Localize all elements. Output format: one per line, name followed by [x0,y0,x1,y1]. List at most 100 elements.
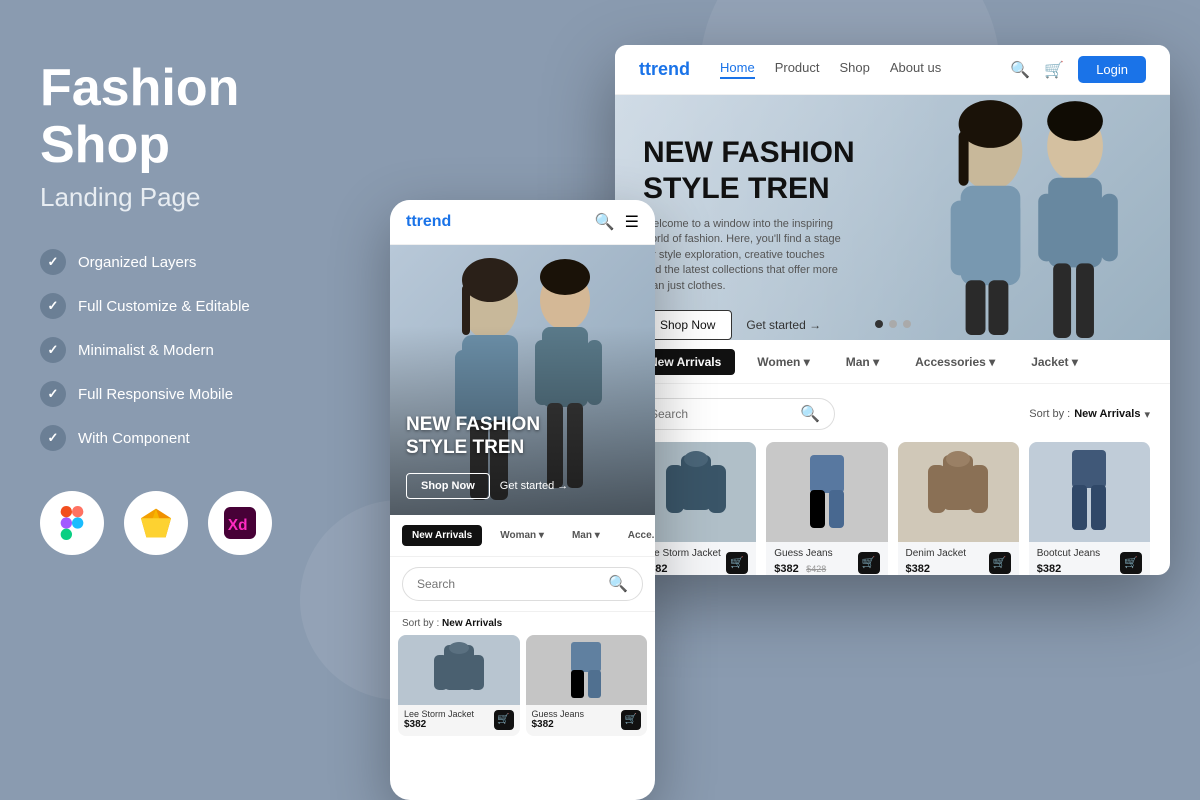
dot-1[interactable] [875,320,883,328]
dot-2[interactable] [889,320,897,328]
mobile-hero-title: NEW FASHIONSTYLE TREN [406,414,639,460]
mobile-get-started-button[interactable]: Get started → [500,480,568,492]
svg-text:Xd: Xd [228,517,248,534]
desktop-sort: Sort by : New Arrivals ▾ [1029,408,1150,421]
mobile-product-img-2 [526,635,648,705]
feature-item-2: Full Customize & Editable [40,293,355,319]
search-icon-mobile: 🔍 [608,574,628,594]
search-input-wrap: 🔍 [402,567,643,601]
sketch-icon [140,508,172,538]
feature-item-5: With Component [40,425,355,451]
search-input[interactable] [417,577,600,591]
desktop-cart-btn-2[interactable]: 🛒 [858,552,880,574]
check-icon-5 [40,425,66,451]
figma-icon-wrap [40,491,104,555]
check-icon-3 [40,337,66,363]
desktop-product-info-2: Guess Jeans $382 $428 🛒 [766,542,887,575]
desktop-get-started-button[interactable]: Get started → [746,318,821,332]
mobile-product-info-1: Lee Storm Jacket $382 🛒 [398,705,520,736]
category-woman[interactable]: Woman ▾ [490,525,554,546]
desktop-product-old-price-2: $428 [806,564,826,574]
category-acce[interactable]: Acce... [618,525,655,546]
category-man[interactable]: Man ▾ [562,525,610,546]
desktop-shop-now-button[interactable]: Shop Now [643,310,732,340]
mobile-hero: NEW FASHIONSTYLE TREN Shop Now Get start… [390,245,655,515]
desktop-cart-btn-4[interactable]: 🛒 [1120,552,1142,574]
mobile-hero-text: NEW FASHIONSTYLE TREN [406,414,639,460]
desktop-product-price-4: $382 [1037,563,1061,575]
xd-icon: Xd [224,507,256,539]
sort-label: Sort by : [402,618,439,629]
mobile-product-name-2: Guess Jeans [532,709,585,719]
feature-item-4: Full Responsive Mobile [40,381,355,407]
desktop-product-img-3 [898,442,1019,542]
check-icon-1 [40,249,66,275]
nav-link-shop[interactable]: Shop [840,60,870,79]
desktop-hero-image [881,95,1170,340]
hero-dots [875,320,911,328]
desktop-product-info-4: Bootcut Jeans $382 🛒 [1029,542,1150,575]
desktop-jacket-2 [923,447,993,537]
mobile-product-card-2: Guess Jeans $382 🛒 [526,635,648,736]
desktop-product-img-4 [1029,442,1150,542]
desktop-cart-btn-3[interactable]: 🛒 [989,552,1011,574]
mobile-product-name-1: Lee Storm Jacket [404,709,474,719]
desktop-hero-content: NEW FASHIONSTYLE TREN Welcome to a windo… [643,135,855,340]
mobile-cart-btn-1[interactable]: 🛒 [494,710,514,730]
mobile-mockup: ttrend 🔍 ☰ [390,200,655,800]
desktop-nav-right: 🔍 🛒 Login [1010,56,1146,83]
dot-3[interactable] [903,320,911,328]
feature-label-5: With Component [78,430,190,447]
mobile-categories: New Arrivals Woman ▾ Man ▾ Acce... [390,515,655,557]
desktop-hero-desc: Welcome to a window into the inspiring w… [643,217,843,294]
desktop-product-price-3: $382 [906,563,930,575]
desktop-jeans-1 [802,452,852,532]
desktop-cat-man[interactable]: Man ▾ [832,349,893,375]
nav-link-about[interactable]: About us [890,60,941,79]
desktop-cart-btn-1[interactable]: 🛒 [726,552,748,574]
mobile-product-price-2: $382 [532,719,585,730]
mobile-product-info-2: Guess Jeans $382 🛒 [526,705,648,736]
desktop-nav: ttrend Home Product Shop About us 🔍 🛒 Lo… [615,45,1170,95]
desktop-filter-row: 🔍 Sort by : New Arrivals ▾ [635,398,1150,430]
tool-icons: Xd [40,491,355,555]
nav-link-product[interactable]: Product [775,60,820,79]
desktop-search-input[interactable] [650,407,792,421]
desktop-product-info-3: Denim Jacket $382 🛒 [898,542,1019,575]
left-panel: Fashion Shop Landing Page Organized Laye… [0,0,395,800]
main-title: Fashion Shop [40,60,355,174]
desktop-cart-icon[interactable]: 🛒 [1044,60,1064,80]
desktop-product-name-3: Denim Jacket [906,548,967,559]
feature-label-1: Organized Layers [78,254,196,271]
desktop-mockup: ttrend Home Product Shop About us 🔍 🛒 Lo… [615,45,1170,575]
desktop-jeans-2 [1064,447,1114,537]
check-icon-4 [40,381,66,407]
desktop-cat-jacket[interactable]: Jacket ▾ [1017,349,1092,375]
desktop-search-icon[interactable]: 🔍 [1010,60,1030,80]
desktop-product-card-2: Guess Jeans $382 $428 🛒 [766,442,887,575]
menu-icon[interactable]: ☰ [625,212,639,232]
desktop-search-icon-input: 🔍 [800,404,820,424]
desktop-sort-label: Sort by : [1029,408,1070,420]
jacket-image-1 [429,640,489,700]
category-new-arrivals[interactable]: New Arrivals [402,525,482,546]
desktop-product-name-4: Bootcut Jeans [1037,548,1100,559]
desktop-cat-accessories[interactable]: Accessories ▾ [901,349,1009,375]
desktop-products-section: 🔍 Sort by : New Arrivals ▾ [615,384,1170,575]
mobile-hero-buttons: Shop Now Get started → [406,473,639,499]
mobile-sort-row: Sort by : New Arrivals [390,612,655,635]
desktop-logo: ttrend [639,59,690,80]
desktop-cat-women[interactable]: Women ▾ [743,349,823,375]
desktop-sort-chevron[interactable]: ▾ [1144,408,1150,421]
feature-label-3: Minimalist & Modern [78,342,214,359]
desktop-login-button[interactable]: Login [1078,56,1146,83]
mobile-shop-now-button[interactable]: Shop Now [406,473,490,499]
desktop-nav-links: Home Product Shop About us [720,60,1010,79]
features-list: Organized Layers Full Customize & Editab… [40,249,355,451]
xd-icon-wrap: Xd [208,491,272,555]
search-icon[interactable]: 🔍 [595,212,615,232]
mobile-product-card-1: Lee Storm Jacket $382 🛒 [398,635,520,736]
nav-link-home[interactable]: Home [720,60,755,79]
desktop-product-price-2: $382 [774,563,798,575]
mobile-cart-btn-2[interactable]: 🛒 [621,710,641,730]
